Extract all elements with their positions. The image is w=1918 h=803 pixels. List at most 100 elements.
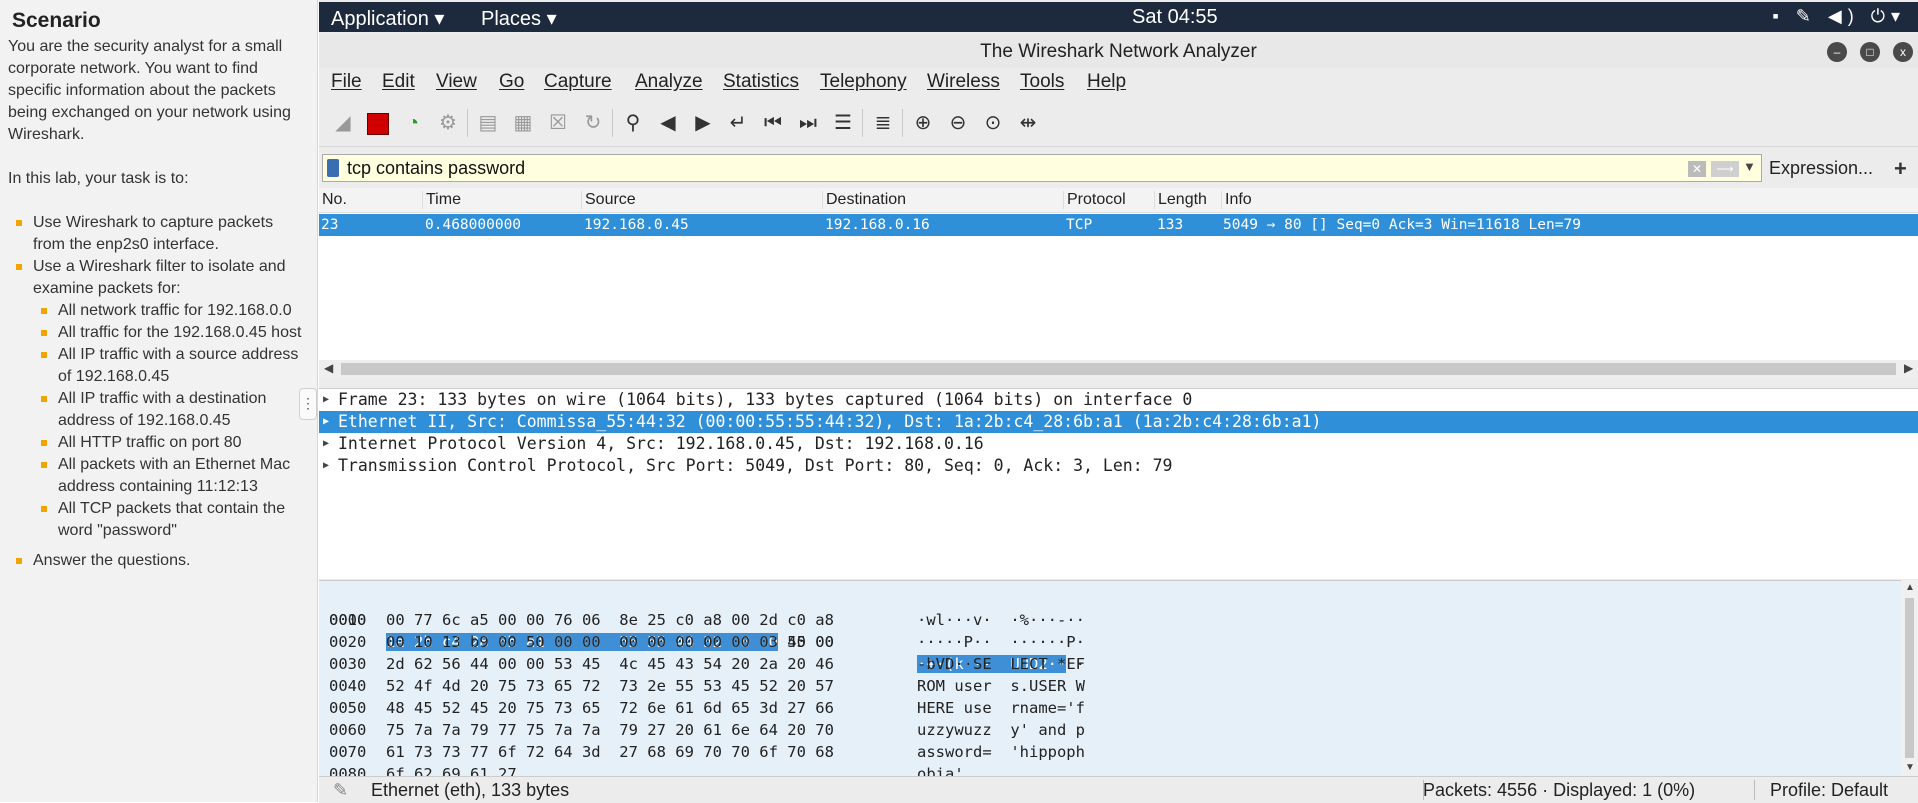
- vertical-scrollbar[interactable]: ▲ ▼: [1901, 580, 1918, 776]
- go-back-icon[interactable]: ◀: [653, 108, 683, 138]
- colorize-icon[interactable]: ≣: [868, 108, 898, 138]
- volume-icon[interactable]: ◀): [1828, 6, 1860, 26]
- menu-telephony[interactable]: Telephony: [820, 71, 907, 93]
- panel-resize-handle[interactable]: ⋮: [299, 388, 317, 420]
- power-icon[interactable]: ⏻▾: [1871, 6, 1906, 26]
- auto-scroll-icon[interactable]: ☰: [828, 108, 858, 138]
- menu-view[interactable]: View: [436, 71, 477, 93]
- stop-capture-button[interactable]: [363, 108, 393, 138]
- main-toolbar: ◢ ◔ ⚙ ▤ ▦ ☒ ↻ ⚲ ◀ ▶ ↵ ⏮ ⏭ ☰ ≣ ⊕ ⊖ ⊙ ⇹: [319, 100, 1918, 147]
- restart-capture-icon[interactable]: ◔: [398, 108, 428, 138]
- packet-list: No. Time Source Destination Protocol Len…: [319, 188, 1918, 368]
- resize-columns-icon[interactable]: ⇹: [1013, 108, 1043, 138]
- detail-ipv4[interactable]: ▶ Internet Protocol Version 4, Src: 192.1…: [319, 433, 1918, 455]
- subtask-list: All network traffic for 192.168.0.0 All …: [33, 300, 309, 542]
- add-filter-button[interactable]: +: [1894, 156, 1907, 182]
- chevron-down-icon[interactable]: ▼: [1743, 159, 1756, 174]
- menu-go[interactable]: Go: [499, 71, 524, 93]
- menu-analyze[interactable]: Analyze: [635, 71, 703, 93]
- packet-source: 192.168.0.45: [584, 217, 689, 233]
- expert-info-icon[interactable]: ✎: [333, 780, 348, 801]
- menu-wireless[interactable]: Wireless: [927, 71, 1000, 93]
- task-item: Answer the questions.: [8, 550, 309, 572]
- system-tray[interactable]: ▪ ✎ ◀) ⏻▾: [1772, 6, 1906, 27]
- status-profile[interactable]: Profile: Default: [1770, 780, 1888, 801]
- packet-no: 23: [321, 217, 339, 233]
- wireshark-app: Application ▾ Places ▾ Sat 04:55 ▪ ✎ ◀) …: [319, 0, 1918, 803]
- subtask-item: All HTTP traffic on port 80: [33, 432, 309, 454]
- column-destination[interactable]: Destination: [822, 191, 906, 209]
- expand-arrow-icon[interactable]: ▶: [323, 455, 329, 477]
- menu-tools[interactable]: Tools: [1020, 71, 1064, 93]
- packet-row[interactable]: 23 0.468000000 192.168.0.45 192.168.0.16…: [319, 214, 1918, 236]
- column-no[interactable]: No.: [319, 191, 347, 209]
- bytes-row[interactable]: 0000 1a 2b c4 28 6b a1 00 00 55 55 44 32…: [319, 587, 1085, 673]
- detail-tcp[interactable]: ▶ Transmission Control Protocol, Src Port…: [319, 455, 1918, 477]
- clear-filter-icon[interactable]: ✕: [1688, 161, 1706, 177]
- scenario-panel: Scenario You are the security analyst fo…: [0, 0, 318, 802]
- places-menu[interactable]: Places ▾: [481, 6, 557, 31]
- open-file-icon[interactable]: ▤: [473, 108, 503, 138]
- scroll-up-icon[interactable]: ▲: [1905, 582, 1915, 593]
- close-button[interactable]: x: [1893, 42, 1913, 62]
- zoom-in-icon[interactable]: ⊕: [908, 108, 938, 138]
- packet-details: ▶ Frame 23: 133 bytes on wire (1064 bits)…: [319, 388, 1918, 579]
- horizontal-scrollbar[interactable]: ◀ ▶: [319, 360, 1918, 378]
- application-menu[interactable]: Application ▾: [331, 6, 444, 31]
- subtask-item: All TCP packets that contain the word "p…: [33, 498, 309, 542]
- menu-help[interactable]: Help: [1087, 71, 1126, 93]
- expand-arrow-icon[interactable]: ▶: [323, 389, 329, 411]
- scroll-right-icon[interactable]: ▶: [1904, 361, 1913, 375]
- status-selected-field: Ethernet (eth), 133 bytes: [371, 780, 570, 800]
- reload-icon[interactable]: ↻: [578, 108, 608, 138]
- expand-arrow-icon[interactable]: ▶: [323, 433, 329, 455]
- save-file-icon[interactable]: ▦: [508, 108, 538, 138]
- clock[interactable]: Sat 04:55: [1132, 6, 1218, 29]
- expand-arrow-icon[interactable]: ▶: [323, 411, 329, 433]
- network-icon[interactable]: ✎: [1796, 6, 1817, 26]
- normal-size-icon[interactable]: ⊙: [978, 108, 1008, 138]
- menu-capture[interactable]: Capture: [544, 71, 612, 93]
- apply-filter-icon[interactable]: ⟶: [1711, 161, 1739, 177]
- bookmark-icon[interactable]: [327, 159, 339, 177]
- packet-bytes: 0000 1a 2b c4 28 6b a1 00 00 55 55 44 32…: [319, 580, 1901, 777]
- column-info[interactable]: Info: [1221, 191, 1252, 209]
- last-packet-icon[interactable]: ⏭: [793, 108, 823, 138]
- menu-statistics[interactable]: Statistics: [723, 71, 799, 93]
- scrollbar-thumb[interactable]: [341, 363, 1896, 375]
- subtask-item: All traffic for the 192.168.0.45 host: [33, 322, 309, 344]
- scroll-down-icon[interactable]: ▼: [1905, 762, 1915, 773]
- column-time[interactable]: Time: [422, 191, 461, 209]
- minimize-button[interactable]: –: [1827, 42, 1847, 62]
- shark-fin-start-icon[interactable]: ◢: [328, 108, 358, 138]
- scrollbar-thumb[interactable]: [1905, 598, 1914, 758]
- display-filter-input[interactable]: tcp contains password ✕ ⟶ ▼: [322, 154, 1762, 182]
- first-packet-icon[interactable]: ⏮: [758, 108, 788, 138]
- maximize-button[interactable]: □: [1860, 42, 1880, 62]
- scroll-left-icon[interactable]: ◀: [324, 361, 333, 375]
- menu-edit[interactable]: Edit: [382, 71, 415, 93]
- detail-ethernet[interactable]: ▶ Ethernet II, Src: Commissa_55:44:32 (00…: [319, 411, 1918, 433]
- column-protocol[interactable]: Protocol: [1063, 191, 1126, 209]
- expression-button[interactable]: Expression...: [1769, 158, 1873, 179]
- packet-protocol: TCP: [1066, 217, 1093, 233]
- toolbar-separator: [902, 109, 903, 137]
- task-item: Use Wireshark to capture packets from th…: [8, 212, 309, 256]
- menu-file[interactable]: File: [331, 71, 362, 93]
- filter-text[interactable]: tcp contains password: [347, 158, 525, 179]
- capture-options-icon[interactable]: ⚙: [433, 108, 463, 138]
- display-filter-bar: tcp contains password ✕ ⟶ ▼ Expression..…: [319, 152, 1918, 184]
- desktop-top-bar: Application ▾ Places ▾ Sat 04:55 ▪ ✎ ◀) …: [319, 2, 1918, 32]
- status-packets: Packets: 4556 · Displayed: 1 (0%): [1423, 780, 1696, 800]
- camera-icon[interactable]: ▪: [1772, 6, 1784, 26]
- close-file-icon[interactable]: ☒: [543, 108, 573, 138]
- status-bar: ✎ Ethernet (eth), 133 bytes Packets: 455…: [319, 776, 1918, 803]
- column-length[interactable]: Length: [1154, 191, 1207, 209]
- zoom-out-icon[interactable]: ⊖: [943, 108, 973, 138]
- packet-time: 0.468000000: [425, 217, 522, 233]
- detail-frame[interactable]: ▶ Frame 23: 133 bytes on wire (1064 bits)…: [319, 389, 1918, 411]
- column-source[interactable]: Source: [581, 191, 636, 209]
- find-packet-icon[interactable]: ⚲: [618, 108, 648, 138]
- go-forward-icon[interactable]: ▶: [688, 108, 718, 138]
- go-to-packet-icon[interactable]: ↵: [723, 108, 753, 138]
